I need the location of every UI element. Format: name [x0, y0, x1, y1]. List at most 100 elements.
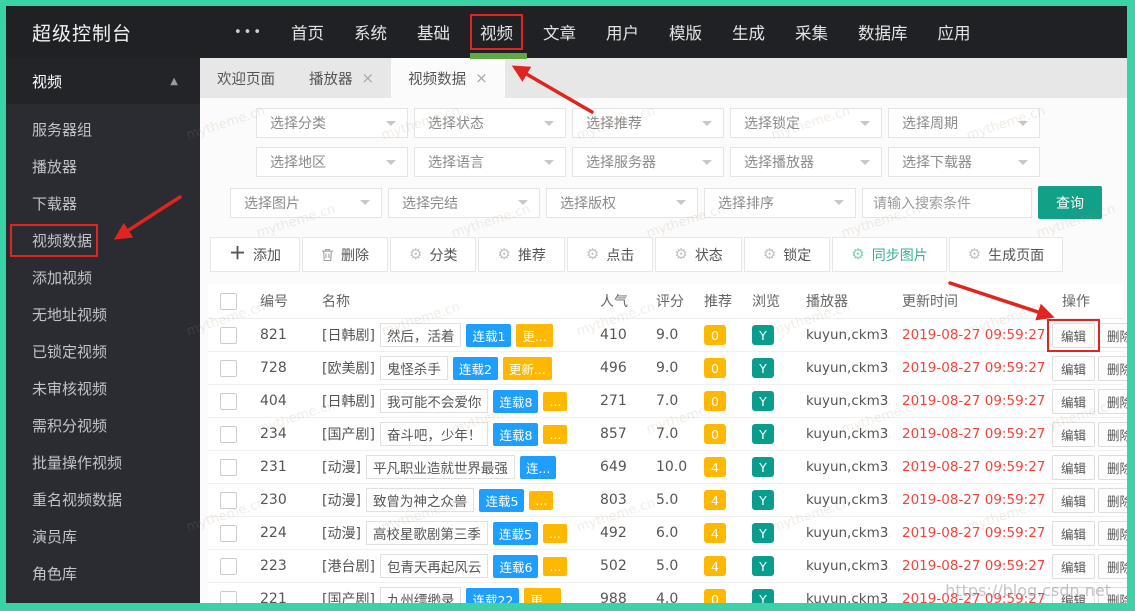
- filter-select[interactable]: 选择下载器: [888, 147, 1040, 177]
- row-checkbox[interactable]: [220, 524, 237, 542]
- sidebar-group-header[interactable]: 视频 ▲: [6, 58, 200, 104]
- sidebar-item[interactable]: 服务器组: [6, 112, 200, 149]
- filter-select[interactable]: 选择服务器: [572, 147, 724, 177]
- delete-button[interactable]: 删除: [1098, 322, 1127, 348]
- delete-button[interactable]: 删除: [1098, 421, 1127, 447]
- cell-player: kuyun,ckm3...: [806, 558, 890, 574]
- delete-button[interactable]: 删除: [1098, 487, 1127, 513]
- filter-select[interactable]: 选择分类: [256, 108, 408, 138]
- sidebar-item[interactable]: 添加视频: [6, 260, 200, 297]
- filter-select[interactable]: 选择推荐: [572, 108, 724, 138]
- filter-select[interactable]: 选择语言: [414, 147, 566, 177]
- edit-button[interactable]: 编辑: [1052, 586, 1096, 603]
- cell-player: kuyun,ckm3...: [806, 426, 890, 442]
- delete-button[interactable]: 删除: [1098, 586, 1127, 603]
- edit-button[interactable]: 编辑: [1052, 322, 1096, 348]
- row-checkbox[interactable]: [220, 392, 237, 410]
- table-row: 223 [港台剧]包青天再起风云连载6... 502 5.0 4 Ykuyun,ckm3.…: [208, 550, 1127, 583]
- toolbar-button[interactable]: ⚙ 点击: [566, 237, 654, 272]
- sidebar-item[interactable]: 视频数据: [6, 223, 200, 260]
- toolbar-button[interactable]: ⚙ 同步图片: [832, 237, 947, 272]
- sidebar-item[interactable]: 下载器: [6, 186, 200, 223]
- cell-player: kuyun,ckm3...: [806, 393, 890, 409]
- edit-button[interactable]: 编辑: [1052, 454, 1096, 480]
- cell-operations: 编辑 删除: [1050, 454, 1127, 480]
- toolbar-button[interactable]: ⚙ 锁定: [743, 237, 831, 272]
- filter-select[interactable]: 选择排序: [704, 187, 856, 218]
- row-checkbox[interactable]: [220, 491, 237, 509]
- filter-select[interactable]: 选择锁定: [730, 108, 882, 138]
- toolbar-button-label: 状态: [694, 247, 723, 264]
- recommend-badge: 4: [704, 556, 726, 576]
- sidebar-item[interactable]: 未审核视频: [6, 371, 200, 408]
- tab-close-icon[interactable]: ×: [362, 69, 375, 87]
- select-all-checkbox[interactable]: [220, 292, 237, 310]
- toolbar-button[interactable]: 删除: [302, 237, 388, 272]
- delete-button[interactable]: 删除: [1098, 520, 1127, 546]
- filter-select[interactable]: 选择版权: [546, 187, 698, 218]
- top-nav-item[interactable]: 系统: [354, 20, 387, 44]
- serial-badge: 连载2: [452, 356, 498, 380]
- caret-down-icon: [360, 200, 370, 210]
- edit-button[interactable]: 编辑: [1052, 388, 1096, 414]
- row-checkbox[interactable]: [220, 590, 237, 603]
- top-nav-item[interactable]: 生成: [732, 20, 765, 44]
- sidebar-item[interactable]: 重名视频数据: [6, 482, 200, 519]
- sidebar-item[interactable]: 无地址视频: [6, 297, 200, 334]
- sidebar-item[interactable]: 批量操作视频: [6, 445, 200, 482]
- delete-button[interactable]: 删除: [1098, 355, 1127, 381]
- top-nav-item[interactable]: 文章: [543, 20, 576, 44]
- filter-select[interactable]: 选择图片: [230, 187, 382, 218]
- delete-button[interactable]: 删除: [1098, 388, 1127, 414]
- search-input[interactable]: [862, 187, 1032, 218]
- table-row: 224 [动漫]高校星歌剧第三季连载5... 492 6.0 4 Ykuyun,ckm3.…: [208, 517, 1127, 550]
- top-nav-item[interactable]: 数据库: [858, 20, 908, 44]
- delete-button[interactable]: 删除: [1098, 553, 1127, 579]
- top-nav-item[interactable]: 首页: [291, 20, 324, 44]
- top-nav-item[interactable]: 用户: [606, 20, 639, 44]
- sidebar-item[interactable]: 角色库: [6, 556, 200, 593]
- top-nav-item[interactable]: 采集: [795, 20, 828, 44]
- tab[interactable]: 视频数据 ×: [391, 58, 505, 98]
- top-nav-item[interactable]: 视频: [470, 14, 528, 59]
- row-checkbox[interactable]: [220, 359, 237, 377]
- row-checkbox[interactable]: [220, 458, 237, 476]
- edit-button[interactable]: 编辑: [1052, 487, 1096, 513]
- tab[interactable]: 欢迎页面: [200, 58, 292, 98]
- overflow-menu-icon[interactable]: •••: [234, 25, 263, 40]
- filter-select[interactable]: 选择地区: [256, 147, 408, 177]
- row-checkbox[interactable]: [220, 326, 237, 344]
- sidebar-item[interactable]: 需积分视频: [6, 408, 200, 445]
- sidebar-item[interactable]: 已锁定视频: [6, 334, 200, 371]
- filter-select[interactable]: 选择播放器: [730, 147, 882, 177]
- caret-down-icon: [386, 159, 396, 170]
- toolbar-button[interactable]: ＋ 添加: [210, 237, 300, 272]
- tab-close-icon[interactable]: ×: [475, 69, 488, 87]
- toolbar-button[interactable]: ⚙ 生成页面: [948, 237, 1064, 272]
- filter-select[interactable]: 选择完结: [388, 187, 540, 218]
- search-button[interactable]: 查询: [1038, 186, 1102, 219]
- row-checkbox[interactable]: [220, 425, 237, 443]
- sidebar-item[interactable]: 演员库: [6, 519, 200, 556]
- filter-select[interactable]: 选择周期: [888, 108, 1040, 138]
- header-cell: 推荐: [704, 294, 732, 310]
- edit-button[interactable]: 编辑: [1052, 553, 1096, 579]
- row-checkbox[interactable]: [220, 557, 237, 575]
- delete-button[interactable]: 删除: [1098, 454, 1127, 480]
- edit-button[interactable]: 编辑: [1052, 355, 1096, 381]
- top-nav-item[interactable]: 模版: [669, 20, 702, 44]
- sidebar-item[interactable]: 播放器: [6, 149, 200, 186]
- update-badge: ...: [542, 523, 567, 543]
- top-nav-item[interactable]: 基础: [417, 20, 450, 44]
- video-title: 致曾为神之众兽: [365, 488, 475, 512]
- edit-button[interactable]: 编辑: [1052, 421, 1096, 447]
- toolbar-button[interactable]: ⚙ 状态: [655, 237, 742, 272]
- toolbar-button[interactable]: ⚙ 推荐: [478, 237, 565, 272]
- toolbar-button[interactable]: ⚙ 分类: [390, 237, 477, 272]
- top-nav-item[interactable]: 应用: [938, 20, 971, 44]
- filter-select[interactable]: 选择状态: [414, 108, 566, 138]
- tab[interactable]: 播放器 ×: [292, 58, 391, 98]
- caret-down-icon: [834, 200, 844, 210]
- edit-button[interactable]: 编辑: [1052, 520, 1096, 546]
- category-label: [国产剧]: [322, 592, 375, 608]
